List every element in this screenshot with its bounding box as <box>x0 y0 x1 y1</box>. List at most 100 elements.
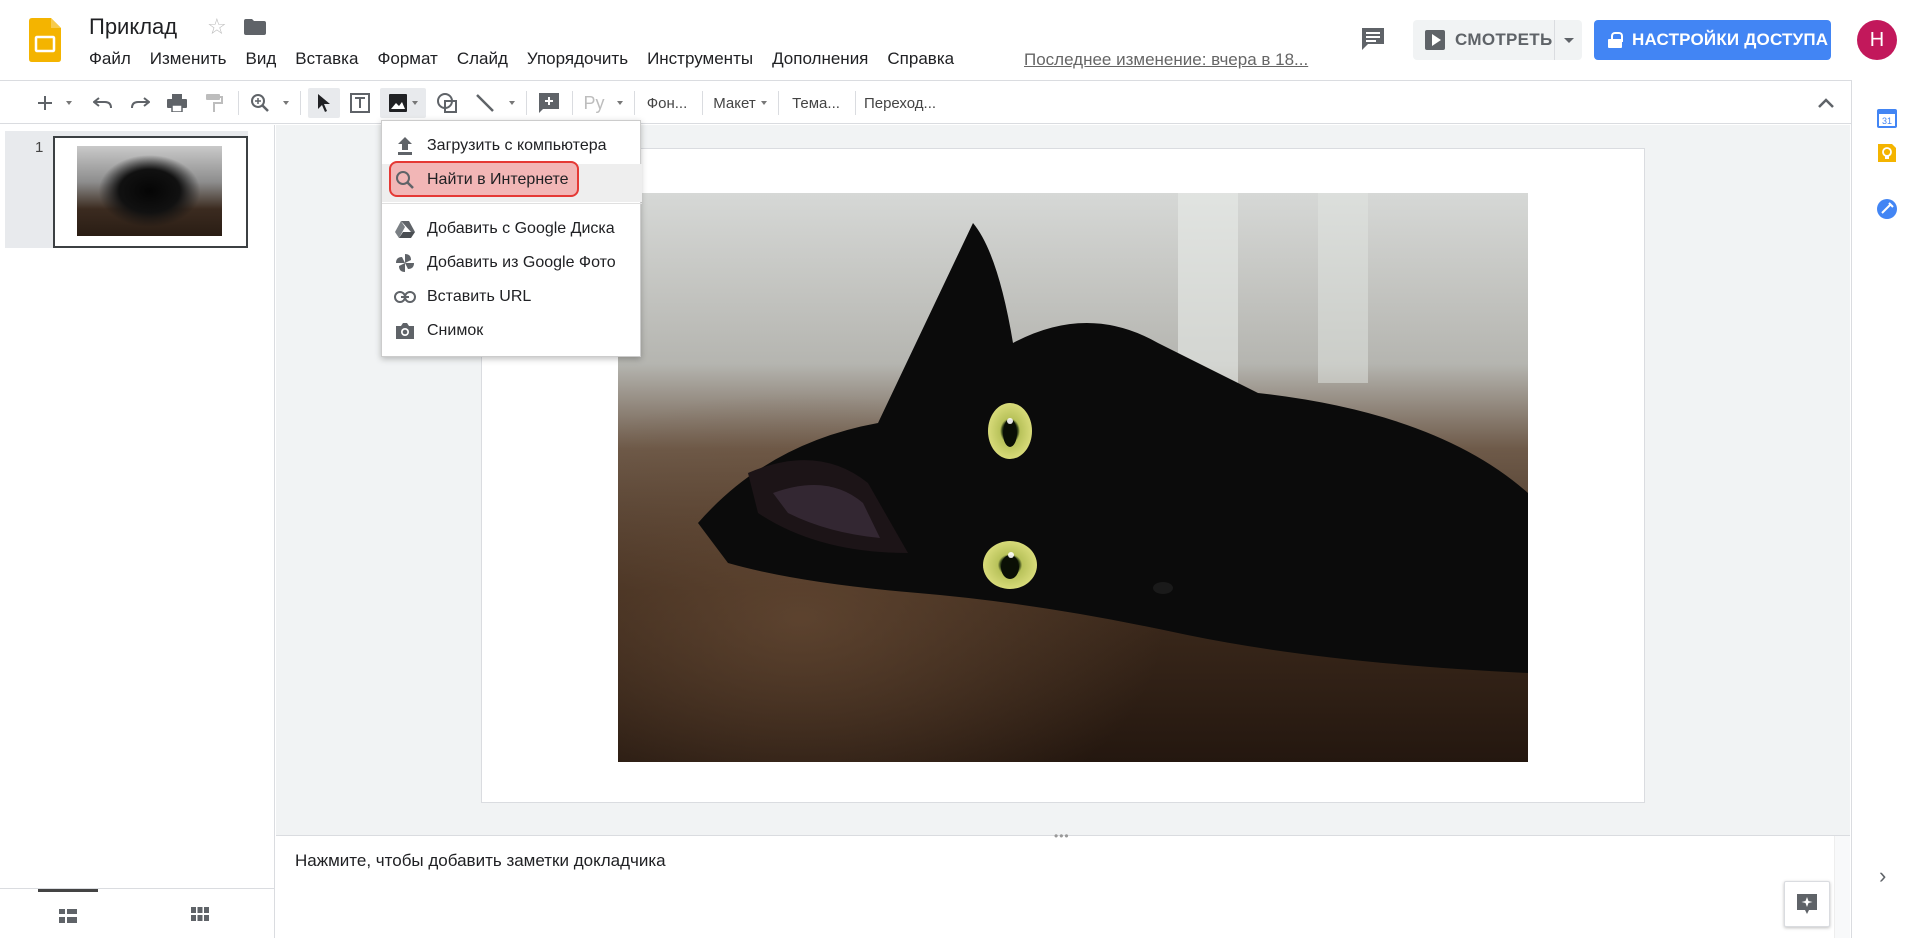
filmstrip-view-button[interactable] <box>38 889 98 938</box>
header: Приклад ☆ Файл Изменить Вид Вставка Форм… <box>0 0 1920 80</box>
insert-image-button[interactable] <box>380 88 426 118</box>
print-button[interactable] <box>163 88 191 118</box>
paint-roller-icon <box>206 94 223 112</box>
menu-edit[interactable]: Изменить <box>150 49 227 71</box>
theme-label: Тема... <box>792 94 840 112</box>
background-button[interactable]: Фон... <box>642 88 692 118</box>
line-button[interactable] <box>470 88 500 118</box>
menu-tools[interactable]: Инструменты <box>647 49 753 71</box>
chevron-right-icon[interactable]: › <box>1879 863 1886 889</box>
menu-slide[interactable]: Слайд <box>457 49 508 71</box>
speaker-notes[interactable]: ••• Нажмите, чтобы добавить заметки докл… <box>276 829 1850 938</box>
view-toggle <box>0 888 275 938</box>
new-slide-layout-dropdown[interactable] <box>63 88 75 118</box>
add-comment-icon <box>539 93 559 113</box>
chevron-down-icon <box>66 101 72 105</box>
notes-placeholder[interactable]: Нажмите, чтобы добавить заметки докладчи… <box>295 851 666 871</box>
shape-icon <box>437 93 457 113</box>
input-tools-label: Ру <box>583 92 605 113</box>
layout-button[interactable]: Макет <box>710 88 770 118</box>
line-dropdown[interactable] <box>506 88 518 118</box>
line-icon <box>476 94 494 112</box>
account-avatar[interactable]: Н <box>1857 20 1897 60</box>
folder-icon[interactable] <box>244 19 266 35</box>
last-edit-link[interactable]: Последнее изменение: вчера в 18... <box>1024 50 1308 70</box>
hide-menus-button[interactable] <box>1812 88 1840 118</box>
menu-insert[interactable]: Вставка <box>295 49 358 71</box>
shape-button[interactable] <box>432 88 462 118</box>
toolbar-divider <box>300 91 301 115</box>
zoom-button[interactable] <box>246 88 274 118</box>
input-tools-dropdown[interactable] <box>614 88 626 118</box>
text-box-icon <box>350 93 370 113</box>
drive-icon <box>394 218 416 240</box>
menu-item-url[interactable]: Вставить URL <box>382 280 642 314</box>
grid-view-button[interactable] <box>170 889 230 938</box>
slide-number: 1 <box>35 139 44 156</box>
undo-button[interactable] <box>89 88 117 118</box>
new-slide-button[interactable] <box>32 88 58 118</box>
menu-item-label: Снимок <box>427 322 484 339</box>
keep-icon[interactable] <box>1876 142 1898 164</box>
slide-page[interactable] <box>481 148 1645 803</box>
theme-button[interactable]: Тема... <box>786 88 846 118</box>
menu-arrange[interactable]: Упорядочить <box>527 49 628 71</box>
document-title[interactable]: Приклад <box>89 14 177 40</box>
menu-item-photos[interactable]: Добавить из Google Фото <box>382 246 642 280</box>
menu-bar: Файл Изменить Вид Вставка Формат Слайд У… <box>89 49 973 71</box>
slides-logo-icon[interactable] <box>29 18 61 62</box>
share-label: НАСТРОЙКИ ДОСТУПА <box>1632 30 1829 49</box>
redo-button[interactable] <box>126 88 154 118</box>
present-button[interactable]: СМОТРЕТЬ <box>1413 20 1555 60</box>
side-panel: 31 › <box>1851 80 1920 938</box>
menu-divider <box>382 203 642 204</box>
photos-icon <box>394 252 416 274</box>
redo-icon <box>131 97 150 109</box>
search-icon <box>394 169 416 191</box>
link-icon <box>394 286 416 308</box>
transition-label: Переход... <box>863 94 937 112</box>
zoom-icon <box>251 94 269 112</box>
star-icon[interactable]: ☆ <box>207 14 227 40</box>
cat-photo[interactable] <box>618 193 1528 762</box>
toolbar-divider <box>238 91 239 115</box>
zoom-dropdown[interactable] <box>280 88 292 118</box>
cat-image <box>618 193 1528 762</box>
calendar-icon[interactable]: 31 <box>1876 107 1898 129</box>
menu-file[interactable]: Файл <box>89 49 131 71</box>
menu-item-camera[interactable]: Снимок <box>382 314 642 348</box>
toolbar-divider <box>634 91 635 115</box>
input-tools-button[interactable]: Ру <box>580 88 608 118</box>
menu-addons[interactable]: Дополнения <box>772 49 868 71</box>
select-tool-button[interactable] <box>308 88 340 118</box>
menu-item-search-web[interactable]: Найти в Интернете <box>382 163 642 197</box>
present-button-group: СМОТРЕТЬ <box>1413 20 1582 60</box>
paint-format-button[interactable] <box>200 88 228 118</box>
slide-thumbnail-selected[interactable]: 1 <box>5 131 248 248</box>
explore-button[interactable] <box>1784 881 1830 927</box>
insert-comment-button[interactable] <box>534 88 564 118</box>
plus-icon <box>38 96 52 110</box>
comment-icon[interactable] <box>1360 26 1386 52</box>
slide-thumbnail[interactable] <box>53 136 248 248</box>
chevron-down-icon <box>509 101 515 105</box>
menu-format[interactable]: Формат <box>377 49 437 71</box>
toolbar-divider <box>855 91 856 115</box>
share-button[interactable]: НАСТРОЙКИ ДОСТУПА <box>1594 20 1831 60</box>
present-options-dropdown[interactable] <box>1555 20 1582 60</box>
thumbnail-cat-image <box>77 146 222 236</box>
print-icon <box>167 94 187 112</box>
chevron-down-icon <box>617 101 623 105</box>
transition-button[interactable]: Переход... <box>862 88 938 118</box>
present-label: СМОТРЕТЬ <box>1455 30 1553 49</box>
tasks-icon[interactable] <box>1876 198 1898 220</box>
menu-item-drive[interactable]: Добавить с Google Диска <box>382 212 642 246</box>
notes-resize-handle[interactable]: ••• <box>1054 829 1070 843</box>
menu-help[interactable]: Справка <box>887 49 954 71</box>
menu-view[interactable]: Вид <box>245 49 276 71</box>
toolbar: Ру Фон... Макет Тема... Переход... <box>0 80 1920 124</box>
menu-item-upload[interactable]: Загрузить с компьютера <box>382 129 642 163</box>
notes-scrollbar[interactable] <box>1834 836 1850 938</box>
menu-item-label: Вставить URL <box>427 288 532 305</box>
text-box-button[interactable] <box>345 88 375 118</box>
